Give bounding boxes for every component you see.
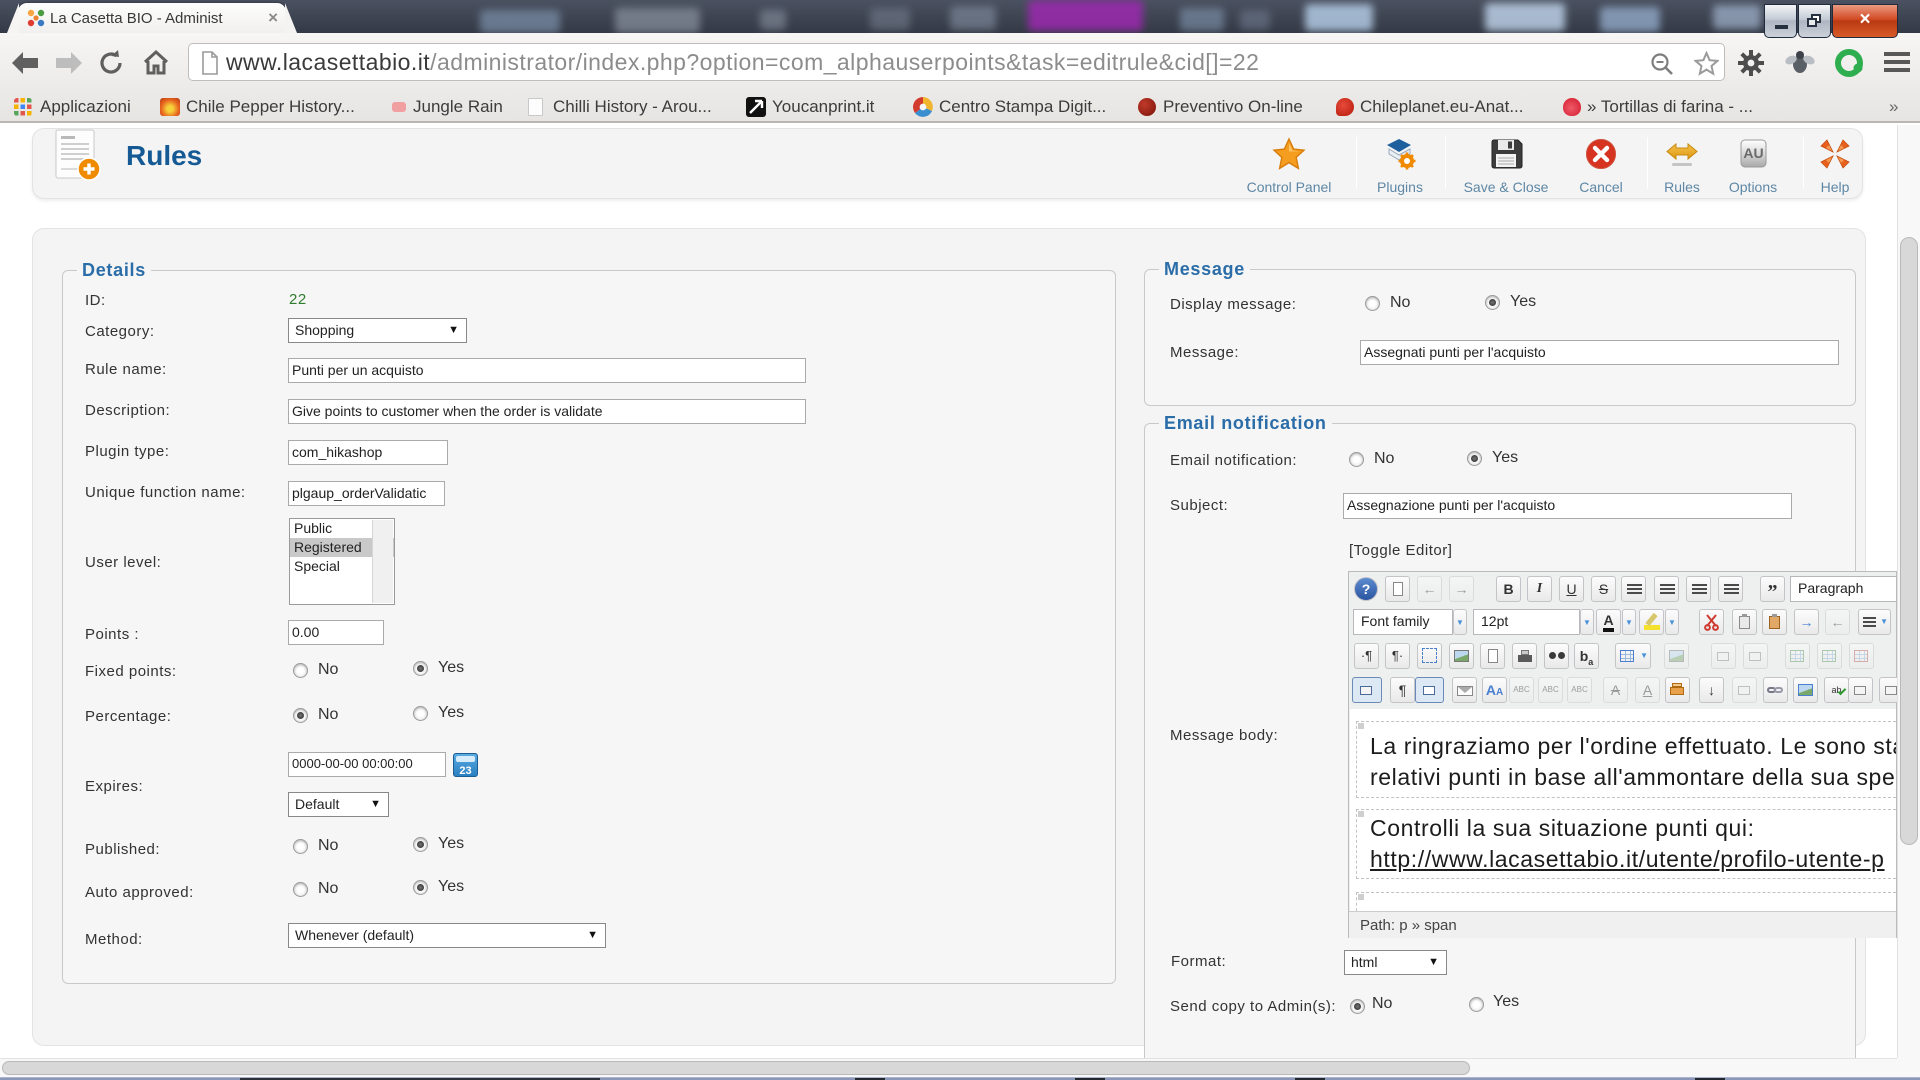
svg-text:AU: AU	[1743, 145, 1763, 161]
